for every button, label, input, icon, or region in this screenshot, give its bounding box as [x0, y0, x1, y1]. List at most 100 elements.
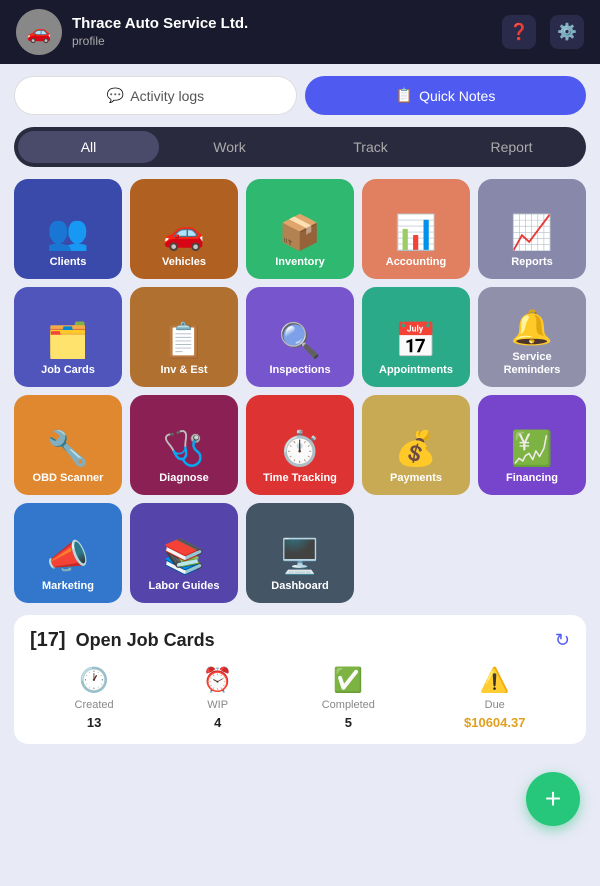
- stat-label-wip: WIP: [207, 699, 228, 711]
- open-jobs-header: [17] Open Job Cards ↻: [30, 629, 570, 652]
- grid-icon-payments: 💰: [395, 432, 437, 466]
- stat-completed: ✅ Completed 5: [322, 666, 375, 730]
- grid-icon-inventory: 📦: [279, 216, 321, 250]
- grid-item-vehicles[interactable]: 🚗 Vehicles: [130, 179, 238, 279]
- filter-bar: All Work Track Report: [14, 127, 586, 167]
- grid-icon-vehicles: 🚗: [163, 216, 205, 250]
- grid-label-job-cards: Job Cards: [41, 364, 95, 377]
- grid-label-time-tracking: Time Tracking: [263, 472, 337, 485]
- stat-value-due: $10604.37: [464, 715, 525, 730]
- stat-value-completed: 5: [345, 715, 352, 730]
- grid-label-inv-est: Inv & Est: [160, 364, 207, 377]
- stat-label-completed: Completed: [322, 699, 375, 711]
- grid-item-service-reminders[interactable]: 🔔 Service Reminders: [478, 287, 586, 387]
- grid-item-inspections[interactable]: 🔍 Inspections: [246, 287, 354, 387]
- settings-button[interactable]: ⚙️: [550, 15, 584, 49]
- grid-label-service-reminders: Service Reminders: [484, 351, 580, 377]
- stat-icon-due: ⚠️: [480, 666, 510, 695]
- grid-label-financing: Financing: [506, 472, 558, 485]
- add-icon: +: [545, 783, 561, 815]
- company-subtitle: profile: [72, 34, 105, 48]
- filter-report[interactable]: Report: [441, 131, 582, 163]
- stat-value-wip: 4: [214, 715, 221, 730]
- grid-icon-inspections: 🔍: [279, 324, 321, 358]
- tab-quicknotes-label: Quick Notes: [419, 88, 495, 104]
- refresh-button[interactable]: ↻: [555, 630, 570, 651]
- quicknotes-icon: 📋: [396, 87, 413, 104]
- tab-activity-logs[interactable]: 💬 Activity logs: [14, 76, 297, 115]
- grid-label-clients: Clients: [50, 256, 87, 269]
- grid-item-dashboard[interactable]: 🖥️ Dashboard: [246, 503, 354, 603]
- grid-item-inventory[interactable]: 📦 Inventory: [246, 179, 354, 279]
- stat-created: 🕐 Created 13: [75, 666, 114, 730]
- stat-label-created: Created: [75, 699, 114, 711]
- grid-item-labor-guides[interactable]: 📚 Labor Guides: [130, 503, 238, 603]
- grid-item-accounting[interactable]: 📊 Accounting: [362, 179, 470, 279]
- grid-item-financing[interactable]: 💹 Financing: [478, 395, 586, 495]
- grid-label-labor-guides: Labor Guides: [149, 580, 220, 593]
- grid-icon-service-reminders: 🔔: [511, 311, 553, 345]
- main-tab-bar: 💬 Activity logs 📋 Quick Notes: [0, 64, 600, 127]
- grid-icon-appointments: 📅: [395, 324, 437, 358]
- grid-icon-financing: 💹: [511, 432, 553, 466]
- grid-item-diagnose[interactable]: 🩺 Diagnose: [130, 395, 238, 495]
- app-grid: 👥 Clients 🚗 Vehicles 📦 Inventory 📊 Accou…: [0, 179, 600, 615]
- grid-item-reports[interactable]: 📈 Reports: [478, 179, 586, 279]
- stat-value-created: 13: [87, 715, 101, 730]
- grid-item-appointments[interactable]: 📅 Appointments: [362, 287, 470, 387]
- help-icon: ❓: [509, 22, 529, 42]
- grid-icon-marketing: 📣: [47, 540, 89, 574]
- grid-icon-obd-scanner: 🔧: [47, 432, 89, 466]
- grid-item-payments[interactable]: 💰 Payments: [362, 395, 470, 495]
- grid-label-inspections: Inspections: [269, 364, 330, 377]
- stat-icon-created: 🕐: [79, 666, 109, 695]
- grid-label-marketing: Marketing: [42, 580, 94, 593]
- grid-icon-accounting: 📊: [395, 216, 437, 250]
- grid-icon-clients: 👥: [47, 216, 89, 250]
- tab-activity-label: Activity logs: [130, 88, 204, 104]
- grid-item-clients[interactable]: 👥 Clients: [14, 179, 122, 279]
- grid-item-marketing[interactable]: 📣 Marketing: [14, 503, 122, 603]
- company-name: Thrace Auto Service Ltd.: [72, 15, 248, 32]
- add-fab-button[interactable]: +: [526, 772, 580, 826]
- grid-item-time-tracking[interactable]: ⏱️ Time Tracking: [246, 395, 354, 495]
- open-job-cards-panel: [17] Open Job Cards ↻ 🕐 Created 13 ⏰ WIP…: [14, 615, 586, 744]
- grid-icon-diagnose: 🩺: [163, 432, 205, 466]
- grid-label-appointments: Appointments: [379, 364, 453, 377]
- grid-icon-labor-guides: 📚: [163, 540, 205, 574]
- header-actions: ❓ ⚙️: [502, 15, 584, 49]
- grid-label-reports: Reports: [511, 256, 553, 269]
- grid-label-inventory: Inventory: [275, 256, 325, 269]
- stat-icon-wip: ⏰: [203, 666, 233, 695]
- grid-item-inv-est[interactable]: 📋 Inv & Est: [130, 287, 238, 387]
- stat-wip: ⏰ WIP 4: [203, 666, 233, 730]
- filter-all[interactable]: All: [18, 131, 159, 163]
- help-button[interactable]: ❓: [502, 15, 536, 49]
- activity-icon: 💬: [107, 87, 124, 104]
- grid-icon-inv-est: 📋: [163, 324, 205, 358]
- grid-label-diagnose: Diagnose: [159, 472, 209, 485]
- header-branding: 🚗 Thrace Auto Service Ltd. profile: [16, 9, 248, 55]
- stat-label-due: Due: [485, 699, 505, 711]
- stat-due: ⚠️ Due $10604.37: [464, 666, 525, 730]
- filter-work[interactable]: Work: [159, 131, 300, 163]
- grid-label-payments: Payments: [390, 472, 442, 485]
- grid-icon-time-tracking: ⏱️: [279, 432, 321, 466]
- grid-label-vehicles: Vehicles: [162, 256, 206, 269]
- open-jobs-title: Open Job Cards: [76, 630, 545, 651]
- tab-quick-notes[interactable]: 📋 Quick Notes: [305, 76, 586, 115]
- stats-row: 🕐 Created 13 ⏰ WIP 4 ✅ Completed 5 ⚠️ Du…: [30, 666, 570, 730]
- grid-item-job-cards[interactable]: 🗂️ Job Cards: [14, 287, 122, 387]
- grid-item-obd-scanner[interactable]: 🔧 OBD Scanner: [14, 395, 122, 495]
- avatar: 🚗: [16, 9, 62, 55]
- grid-icon-job-cards: 🗂️: [47, 324, 89, 358]
- filter-track[interactable]: Track: [300, 131, 441, 163]
- open-jobs-count: [17]: [30, 629, 66, 652]
- app-header: 🚗 Thrace Auto Service Ltd. profile ❓ ⚙️: [0, 0, 600, 64]
- grid-icon-reports: 📈: [511, 216, 553, 250]
- settings-icon: ⚙️: [557, 22, 577, 42]
- stat-icon-completed: ✅: [333, 666, 363, 695]
- grid-label-accounting: Accounting: [386, 256, 447, 269]
- grid-label-dashboard: Dashboard: [271, 580, 328, 593]
- company-info: Thrace Auto Service Ltd. profile: [72, 15, 248, 50]
